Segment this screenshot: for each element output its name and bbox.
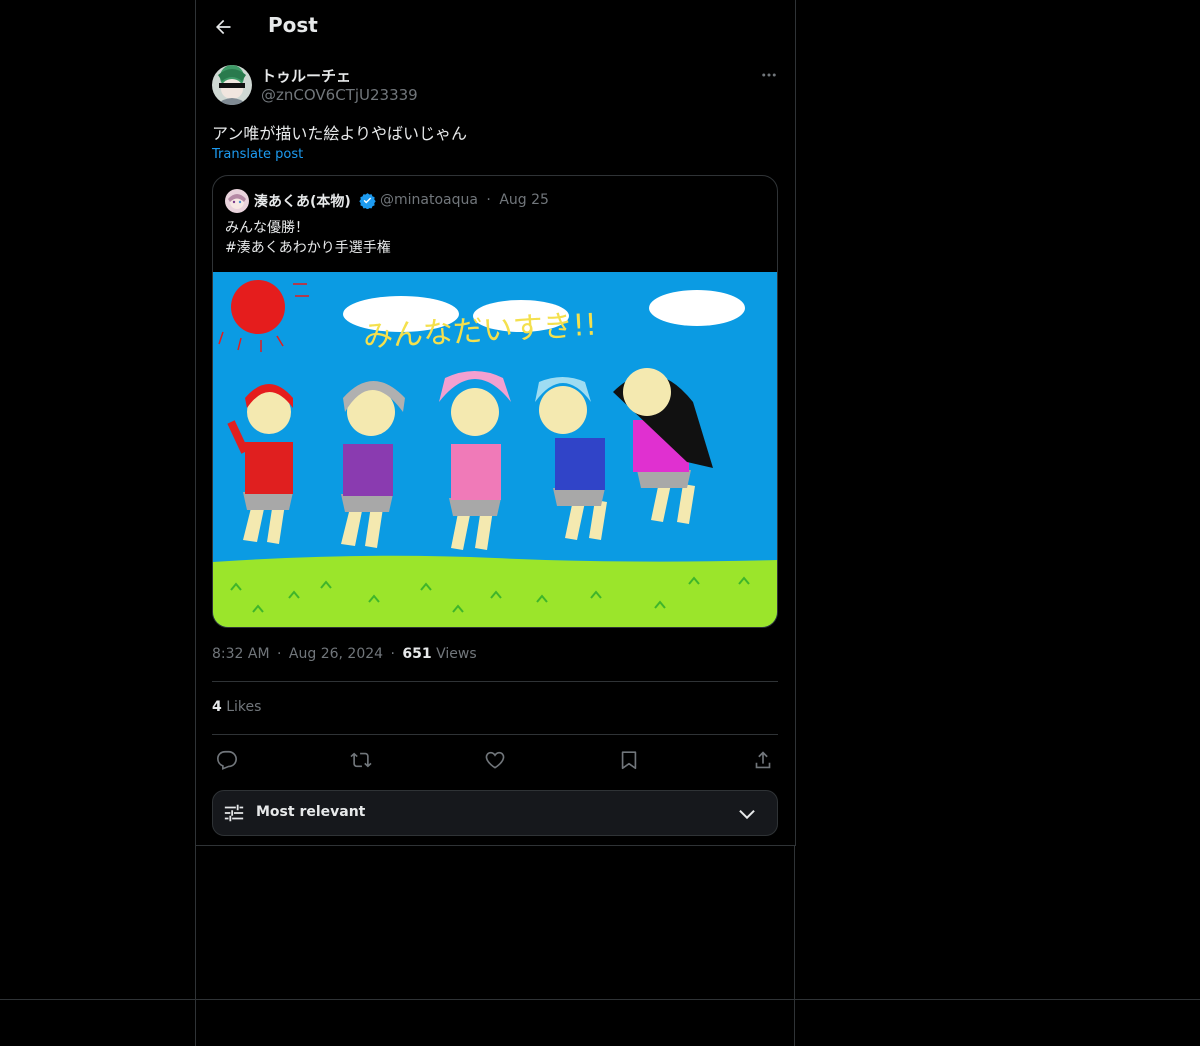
quoted-handle[interactable]: @minatoaqua [380, 192, 478, 208]
column-border-left [195, 845, 196, 1046]
repost-icon [350, 752, 372, 768]
verified-badge [359, 192, 376, 210]
views-count: 651 [402, 646, 432, 662]
quoted-date[interactable]: Aug 25 [499, 192, 549, 208]
divider [212, 734, 778, 735]
verified-icon [359, 193, 376, 210]
views-label: Views [436, 646, 477, 662]
share-icon [755, 751, 771, 769]
sort-label: Most relevant [256, 804, 366, 820]
post-column: Post トゥルーチェ @znCOV6CTjU23339 アン唯が描いた絵よりや… [195, 0, 796, 846]
quoted-image[interactable]: みんなだいすき!! [213, 272, 777, 627]
quoted-hashtag[interactable]: #湊あくあわかり手選手権 [225, 240, 391, 256]
quoted-avatar[interactable] [225, 189, 249, 213]
post-text: アン唯が描いた絵よりやばいじゃん [212, 124, 468, 143]
user-handle[interactable]: @znCOV6CTjU23339 [261, 86, 418, 104]
bookmark-button[interactable] [614, 745, 644, 775]
quoted-text: みんな優勝！ #湊あくあわかり手選手権 [225, 218, 391, 258]
post-meta: 8:32 AM · Aug 26, 2024 · 651 Views [212, 646, 477, 662]
dot-separator: · [486, 192, 491, 208]
likes-link[interactable]: 4 Likes [212, 699, 261, 715]
reply-icon [217, 750, 237, 770]
column-border-right [794, 845, 795, 1046]
translate-post-link[interactable]: Translate post [212, 147, 303, 162]
back-button[interactable] [208, 12, 238, 42]
dot-separator: · [277, 646, 282, 662]
post-date[interactable]: Aug 26, 2024 [289, 646, 383, 662]
sliders-icon [224, 804, 244, 822]
likes-label: Likes [226, 699, 262, 715]
avatar[interactable] [212, 65, 252, 105]
more-icon [762, 73, 776, 77]
quoted-display-name[interactable]: 湊あくあ(本物) [254, 191, 351, 211]
display-name[interactable]: トゥルーチェ [261, 65, 351, 86]
reply-button[interactable] [212, 745, 242, 775]
horizontal-divider [0, 999, 1200, 1000]
more-button[interactable] [756, 64, 782, 86]
header: Post [196, 0, 795, 53]
sort-dropdown[interactable]: Most relevant [212, 790, 778, 836]
back-arrow-icon [216, 19, 231, 35]
like-icon [485, 751, 505, 769]
share-button[interactable] [748, 745, 778, 775]
quoted-post[interactable]: 湊あくあ(本物) @minatoaqua · Aug 25 みんな優勝！ #湊あく… [212, 175, 778, 628]
likes-count: 4 [212, 699, 222, 715]
chevron-down-icon [739, 809, 755, 820]
divider [212, 681, 778, 682]
repost-button[interactable] [346, 745, 376, 775]
like-button[interactable] [480, 745, 510, 775]
quoted-text-line1: みんな優勝！ [225, 220, 309, 236]
quoted-meta: @minatoaqua · Aug 25 [380, 192, 549, 208]
post-time[interactable]: 8:32 AM [212, 646, 270, 662]
action-bar [212, 745, 778, 775]
page-title: Post [268, 13, 318, 37]
dot-separator: · [390, 646, 395, 662]
bookmark-icon [621, 751, 637, 770]
